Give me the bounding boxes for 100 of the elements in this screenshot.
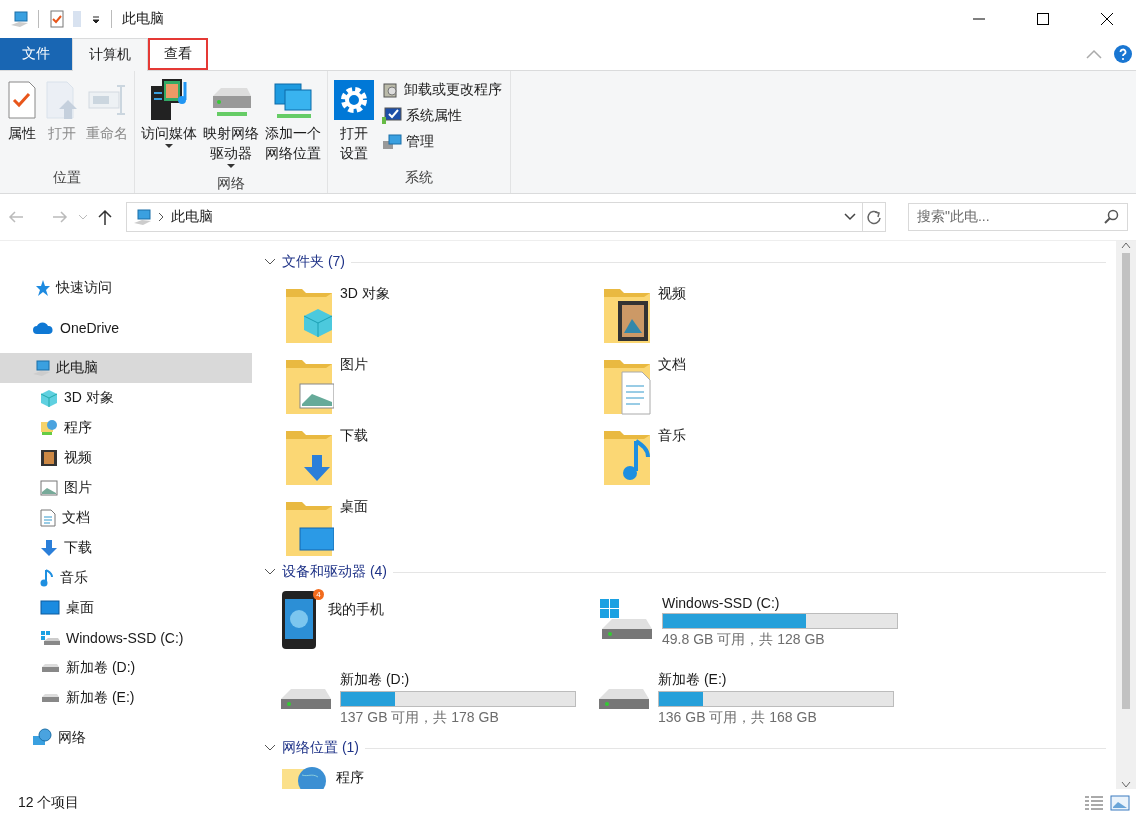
folder-name[interactable]: 3D 对象 (340, 283, 390, 303)
sidebar-item[interactable]: 文档 (0, 503, 252, 533)
film-icon (40, 449, 58, 467)
forward-icon (52, 210, 68, 224)
ribbon-tab[interactable]: 计算机 (72, 38, 148, 71)
sidebar-item[interactable]: 快速访问 (0, 273, 252, 303)
ribbon-button[interactable]: 打开 设置 (332, 75, 376, 165)
refresh-icon (866, 209, 882, 225)
sidebar-item[interactable]: 新加卷 (E:) (0, 683, 252, 713)
music-note-icon (40, 569, 54, 587)
device-name[interactable]: 我的手机 (328, 589, 384, 619)
picture-icon (40, 480, 58, 496)
folder-name[interactable]: 视频 (658, 283, 686, 303)
folder-name[interactable]: 文档 (658, 354, 686, 374)
scroll-up-icon (1121, 241, 1131, 249)
collapse-chevron-icon (264, 258, 276, 266)
section-header[interactable]: 设备和驱动器 (4) (282, 563, 387, 581)
search-icon (1103, 209, 1119, 225)
dropdown-caret-icon (165, 143, 173, 149)
dropdown-icon (91, 14, 101, 24)
up-arrow-icon (98, 209, 112, 225)
details-view-icon (1084, 795, 1104, 811)
ribbon-button[interactable]: 卸载或更改程序 (378, 79, 506, 101)
checkmark-document-icon (49, 10, 65, 28)
drive-icon (598, 687, 650, 710)
collapse-chevron-icon (264, 568, 276, 576)
ribbon-button[interactable]: 属性 (4, 75, 40, 165)
address-field[interactable]: 此电脑 (126, 202, 886, 232)
computer-icon (133, 208, 151, 226)
properties-icon (6, 80, 38, 120)
chevron-icon (157, 212, 165, 222)
drive-name[interactable]: 新加卷 (D:) (340, 670, 576, 689)
sidebar-item[interactable]: 下载 (0, 533, 252, 563)
close-icon (1100, 12, 1114, 26)
globe-network-icon (32, 728, 52, 748)
scroll-down-icon (1121, 781, 1131, 789)
sidebar-item[interactable]: 新加卷 (D:) (0, 653, 252, 683)
drive-icon (40, 692, 60, 704)
sidebar-item[interactable]: Windows-SSD (C:) (0, 623, 252, 653)
settings-icon (334, 80, 374, 120)
notification-badge: 4 (313, 589, 324, 600)
sidebar-item[interactable]: 3D 对象 (0, 383, 252, 413)
computer-icon (32, 359, 50, 377)
document-arrow-icon (44, 80, 80, 120)
scrollbar-thumb[interactable] (1122, 253, 1130, 709)
ribbon-button[interactable]: 映射网络 驱动器 (201, 75, 261, 171)
folder-name[interactable]: 下载 (340, 425, 368, 445)
help-icon[interactable] (1114, 45, 1132, 63)
download-arrow-icon (40, 539, 58, 557)
ribbon-button[interactable]: 系统属性 (378, 105, 506, 127)
network-location-name[interactable]: 程序 (336, 769, 364, 787)
collapse-icon (1086, 49, 1102, 59)
search-field[interactable]: 搜索"此电... (908, 203, 1128, 231)
recent-dropdown-icon (78, 213, 88, 221)
program-folder-icon (40, 419, 58, 437)
ribbon-button[interactable]: 添加一个 网络位置 (263, 75, 323, 171)
ribbon-tab[interactable]: 查看 (148, 38, 208, 70)
ribbon-button[interactable]: 管理 (378, 131, 506, 153)
dropdown-caret-icon (227, 163, 235, 169)
sidebar-item[interactable]: 音乐 (0, 563, 252, 593)
desktop-icon (40, 600, 60, 616)
section-header[interactable]: 文件夹 (7) (282, 253, 345, 271)
ribbon-group-label: 网络 (216, 174, 246, 193)
ribbon-button[interactable]: 访问媒体 (139, 75, 199, 171)
drive-name[interactable]: 新加卷 (E:) (658, 670, 894, 689)
drive-icon (40, 662, 60, 674)
collapse-chevron-icon (264, 744, 276, 752)
back-icon (8, 210, 24, 224)
folder-name[interactable]: 音乐 (658, 425, 686, 445)
folder-name[interactable]: 图片 (340, 354, 368, 374)
sidebar-item[interactable]: 桌面 (0, 593, 252, 623)
sidebar-item[interactable]: 程序 (0, 413, 252, 443)
ribbon-group-label: 位置 (52, 168, 82, 187)
monitor-check-icon (382, 107, 402, 125)
item-count: 12 个项目 (18, 794, 80, 812)
free-space-text: 137 GB 可用，共 178 GB (340, 708, 500, 727)
sidebar-item[interactable]: 此电脑 (0, 353, 252, 383)
ribbon-tab[interactable]: 文件 (0, 38, 72, 70)
sidebar-item[interactable]: 图片 (0, 473, 252, 503)
manage-computer-icon (382, 133, 402, 151)
cloud-icon (32, 320, 54, 336)
drive-name[interactable]: Windows-SSD (C:) (662, 594, 898, 611)
sidebar-item[interactable]: OneDrive (0, 313, 252, 343)
drive-icon (280, 687, 332, 710)
window-title: 此电脑 (122, 10, 164, 28)
folder-name[interactable]: 桌面 (340, 496, 368, 516)
sidebar-item[interactable]: 网络 (0, 723, 252, 753)
computer-icon (10, 10, 28, 28)
free-space-text: 49.8 GB 可用，共 128 GB (662, 630, 826, 649)
free-space-text: 136 GB 可用，共 168 GB (658, 708, 818, 727)
large-icons-view-icon (1110, 795, 1130, 811)
program-box-icon (382, 81, 400, 99)
chevron-down-icon (844, 213, 856, 221)
ribbon-group-label: 系统 (404, 168, 434, 187)
section-header[interactable]: 网络位置 (1) (282, 739, 359, 757)
sidebar-item[interactable]: 视频 (0, 443, 252, 473)
maximize-icon (1037, 13, 1049, 25)
windows-drive-icon (40, 630, 60, 646)
cube-icon (40, 389, 58, 407)
document-icon (40, 509, 56, 527)
